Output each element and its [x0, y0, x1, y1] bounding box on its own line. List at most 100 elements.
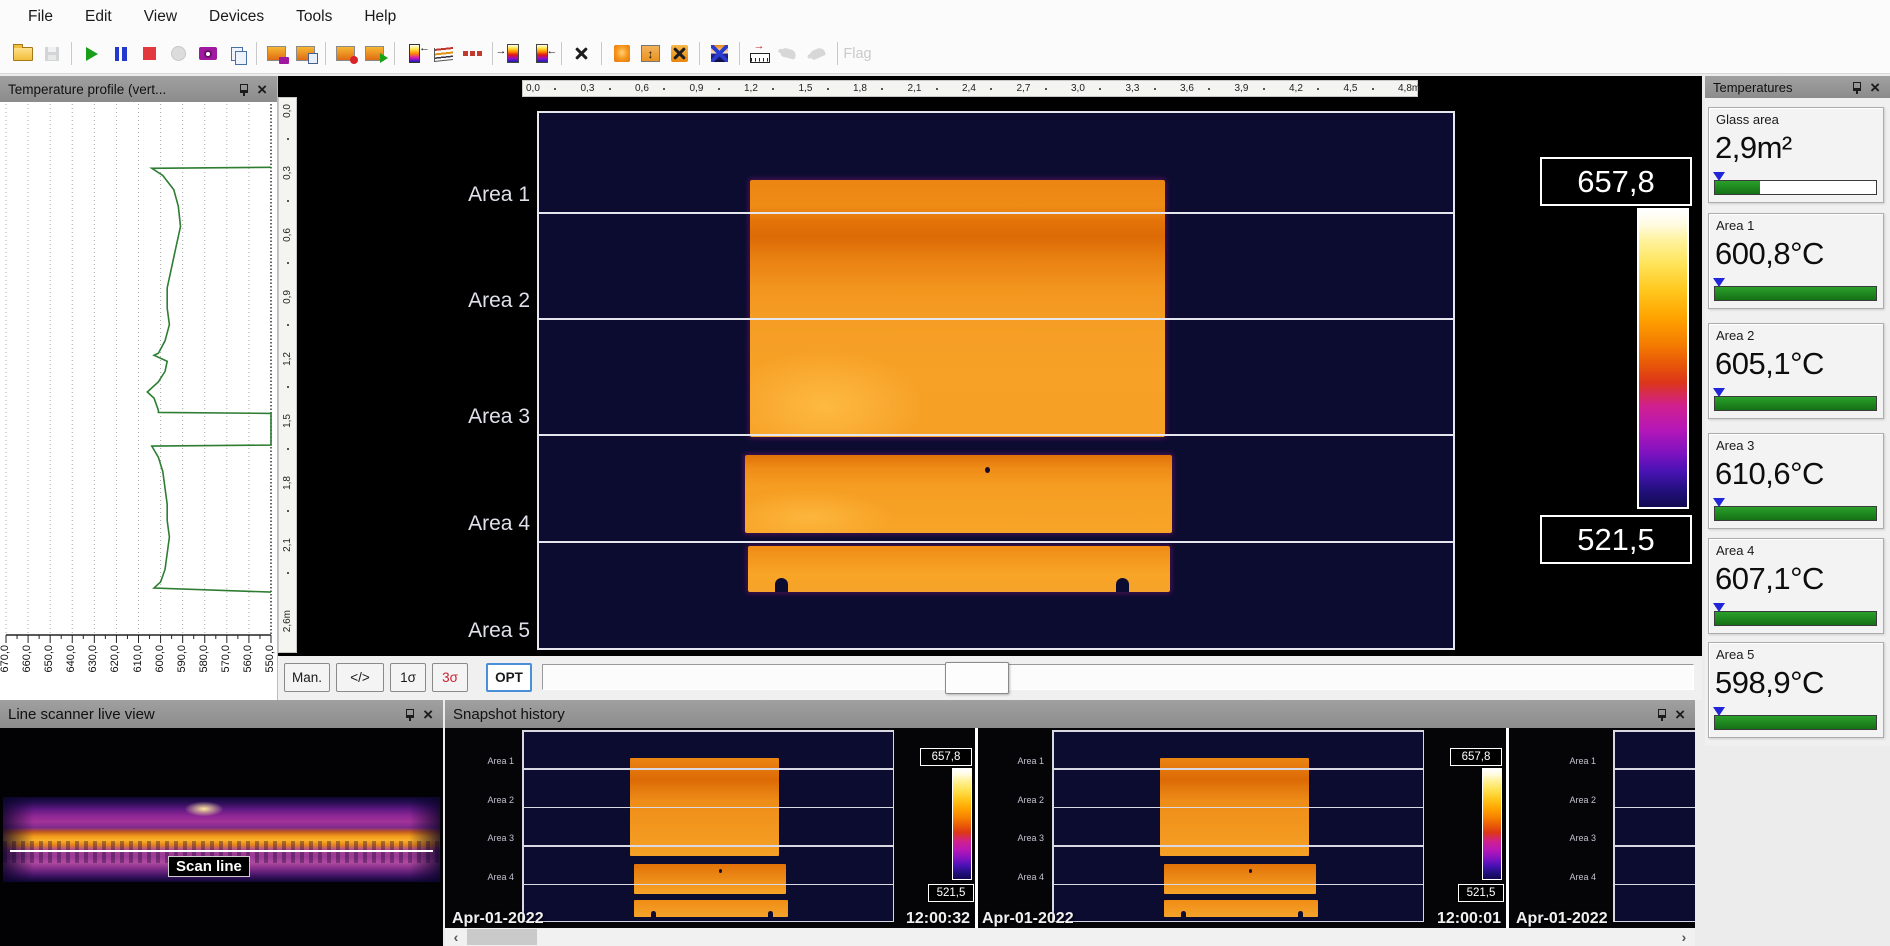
toolbar-separator	[256, 42, 257, 65]
isotherm-icon[interactable]	[458, 39, 487, 68]
scroll-left-arrow[interactable]: ‹	[447, 928, 465, 946]
ruler-tick-label: 0,3	[581, 83, 595, 94]
snapshot-separator	[1506, 728, 1509, 928]
card-bar	[1714, 715, 1877, 730]
snapshot-thumbnail-2[interactable]: Area 1Area 2Area 3Area 4657,8521,5Apr-01…	[978, 728, 1506, 928]
ruler-tick-label: 2,6m	[282, 610, 293, 632]
snapshot-area-label: Area 4	[450, 872, 514, 882]
sigma3-button[interactable]: 3σ	[432, 663, 468, 692]
line-scanner-live-image[interactable]: Scan line	[0, 728, 443, 946]
snapshot-area-label: Area 1	[980, 756, 1044, 766]
scale-range-out-icon[interactable]	[527, 39, 556, 68]
card-value: 610,6°C	[1715, 456, 1824, 492]
image-playback-icon[interactable]	[360, 39, 389, 68]
pause-icon[interactable]	[106, 39, 135, 68]
scan-slider-thumb[interactable]	[945, 662, 1009, 694]
card-bar-fill	[1715, 181, 1760, 194]
pin-icon[interactable]	[238, 83, 249, 96]
close-icon[interactable]: ×	[255, 81, 269, 98]
scale-min-value[interactable]: 521,5	[1540, 515, 1692, 564]
close-icon[interactable]: ×	[1868, 79, 1882, 96]
snapshot-area-label: Area 2	[1532, 795, 1596, 805]
snapshot-camera-icon[interactable]	[193, 39, 222, 68]
snapshot-area-label: Area 2	[450, 795, 514, 805]
toolbar-separator	[739, 42, 740, 65]
sigma1-button[interactable]: 1σ	[390, 663, 426, 692]
scroll-right-arrow[interactable]: ›	[1675, 928, 1693, 946]
furnace-image-icon[interactable]	[607, 39, 636, 68]
thermal-image-view[interactable]: 0,00,30,60,91,21,51,82,12,42,73,03,33,63…	[278, 76, 1702, 656]
open-file-icon[interactable]	[8, 39, 37, 68]
menu-bar: FileEditViewDevicesToolsHelp	[0, 0, 1890, 34]
furnace-setup-icon[interactable]	[665, 39, 694, 68]
scan-slider-track[interactable]	[542, 664, 1694, 690]
manual-button[interactable]: Man.	[284, 663, 330, 692]
snapshot-area-label: Area 4	[980, 872, 1044, 882]
profile-axis-tick-label: 590,0	[176, 645, 188, 673]
bar-marker-icon	[1713, 707, 1725, 716]
copy-icon[interactable]	[222, 39, 251, 68]
layout-mosaic-icon[interactable]	[705, 39, 734, 68]
export-snapshot-report-icon[interactable]	[291, 39, 320, 68]
menu-view[interactable]: View	[128, 4, 193, 30]
area-label-1: Area 1	[418, 183, 530, 207]
card-bar-fill	[1715, 612, 1876, 625]
snapshot-glass-c	[1164, 900, 1318, 917]
ruler-tick-label: 1,5	[799, 83, 813, 94]
snapshot-date: Apr-01-2022	[452, 910, 544, 928]
step-button[interactable]: </>	[336, 663, 384, 692]
pin-icon[interactable]	[1656, 708, 1667, 721]
snapshot-scale-min: 521,5	[1458, 884, 1504, 902]
roller-notch	[775, 578, 788, 592]
opt-button[interactable]: OPT	[486, 663, 532, 692]
temperature-scale-bar[interactable]	[1637, 208, 1689, 509]
snapshot-thumbnail-3[interactable]: Area 1Area 2Area 3Area 4Apr-01-2022	[1512, 728, 1695, 928]
close-icon[interactable]: ×	[1673, 706, 1687, 723]
profiles-chart-icon[interactable]	[429, 39, 458, 68]
palette-import-icon[interactable]	[400, 39, 429, 68]
scale-max-value[interactable]: 657,8	[1540, 157, 1692, 206]
settings-tools-icon[interactable]	[567, 39, 596, 68]
scale-range-in-icon[interactable]	[498, 39, 527, 68]
area-label-3: Area 3	[418, 405, 530, 429]
furnace-fit-height-icon[interactable]	[636, 39, 665, 68]
pan-alt-icon	[803, 39, 832, 68]
menu-file[interactable]: File	[12, 4, 69, 30]
snapshot-area-label: Area 3	[980, 833, 1044, 843]
close-icon[interactable]: ×	[421, 706, 435, 723]
profile-axis-tick-label: 550,0	[264, 645, 276, 673]
card-label: Area 2	[1716, 328, 1754, 343]
menu-edit[interactable]: Edit	[69, 4, 128, 30]
card-bar	[1714, 180, 1877, 195]
stop-icon[interactable]	[135, 39, 164, 68]
pin-icon[interactable]	[1851, 81, 1862, 94]
menu-help[interactable]: Help	[348, 4, 412, 30]
snapshot-thumbnail-1[interactable]: Area 1Area 2Area 3Area 4657,8521,5Apr-01…	[448, 728, 975, 928]
image-record-marker-icon[interactable]	[331, 39, 360, 68]
start-acquisition-icon[interactable]	[77, 39, 106, 68]
snapshot-thermal-image	[1052, 730, 1424, 922]
scale-min-text: 521,5	[1577, 522, 1655, 558]
scrollbar-thumb[interactable]	[467, 929, 537, 945]
profile-axis-tick-label: 560,0	[242, 645, 254, 673]
ruler-tick-label: 0,6	[635, 83, 649, 94]
pin-icon[interactable]	[404, 708, 415, 721]
ruler-tick-label: 0,0	[282, 104, 293, 118]
snapshot-scrollbar[interactable]: ‹ ›	[445, 928, 1695, 946]
snapshot-scale-min: 521,5	[928, 884, 974, 902]
menu-devices[interactable]: Devices	[193, 4, 280, 30]
ruler-tick-label: 3,6	[1180, 83, 1194, 94]
toolbar-separator	[394, 42, 395, 65]
profile-axis-tick-label: 640,0	[65, 645, 77, 673]
snapshot-history-title: Snapshot history	[453, 706, 1650, 723]
profile-axis-tick-label: 600,0	[154, 645, 166, 673]
ruler-tick-label: 2,1	[282, 538, 293, 552]
temperature-card-area-3: Area 3610,6°C	[1708, 433, 1884, 529]
menu-tools[interactable]: Tools	[280, 4, 348, 30]
snapshot-history-panel: Snapshot history × Area 1Area 2Area 3Are…	[445, 700, 1695, 946]
save-snapshot-image-icon[interactable]	[262, 39, 291, 68]
card-value: 598,9°C	[1715, 665, 1824, 701]
glass-panel-area4	[745, 455, 1172, 533]
ruler-tick-label: 3,0	[1071, 83, 1085, 94]
measure-distance-icon[interactable]	[745, 39, 774, 68]
